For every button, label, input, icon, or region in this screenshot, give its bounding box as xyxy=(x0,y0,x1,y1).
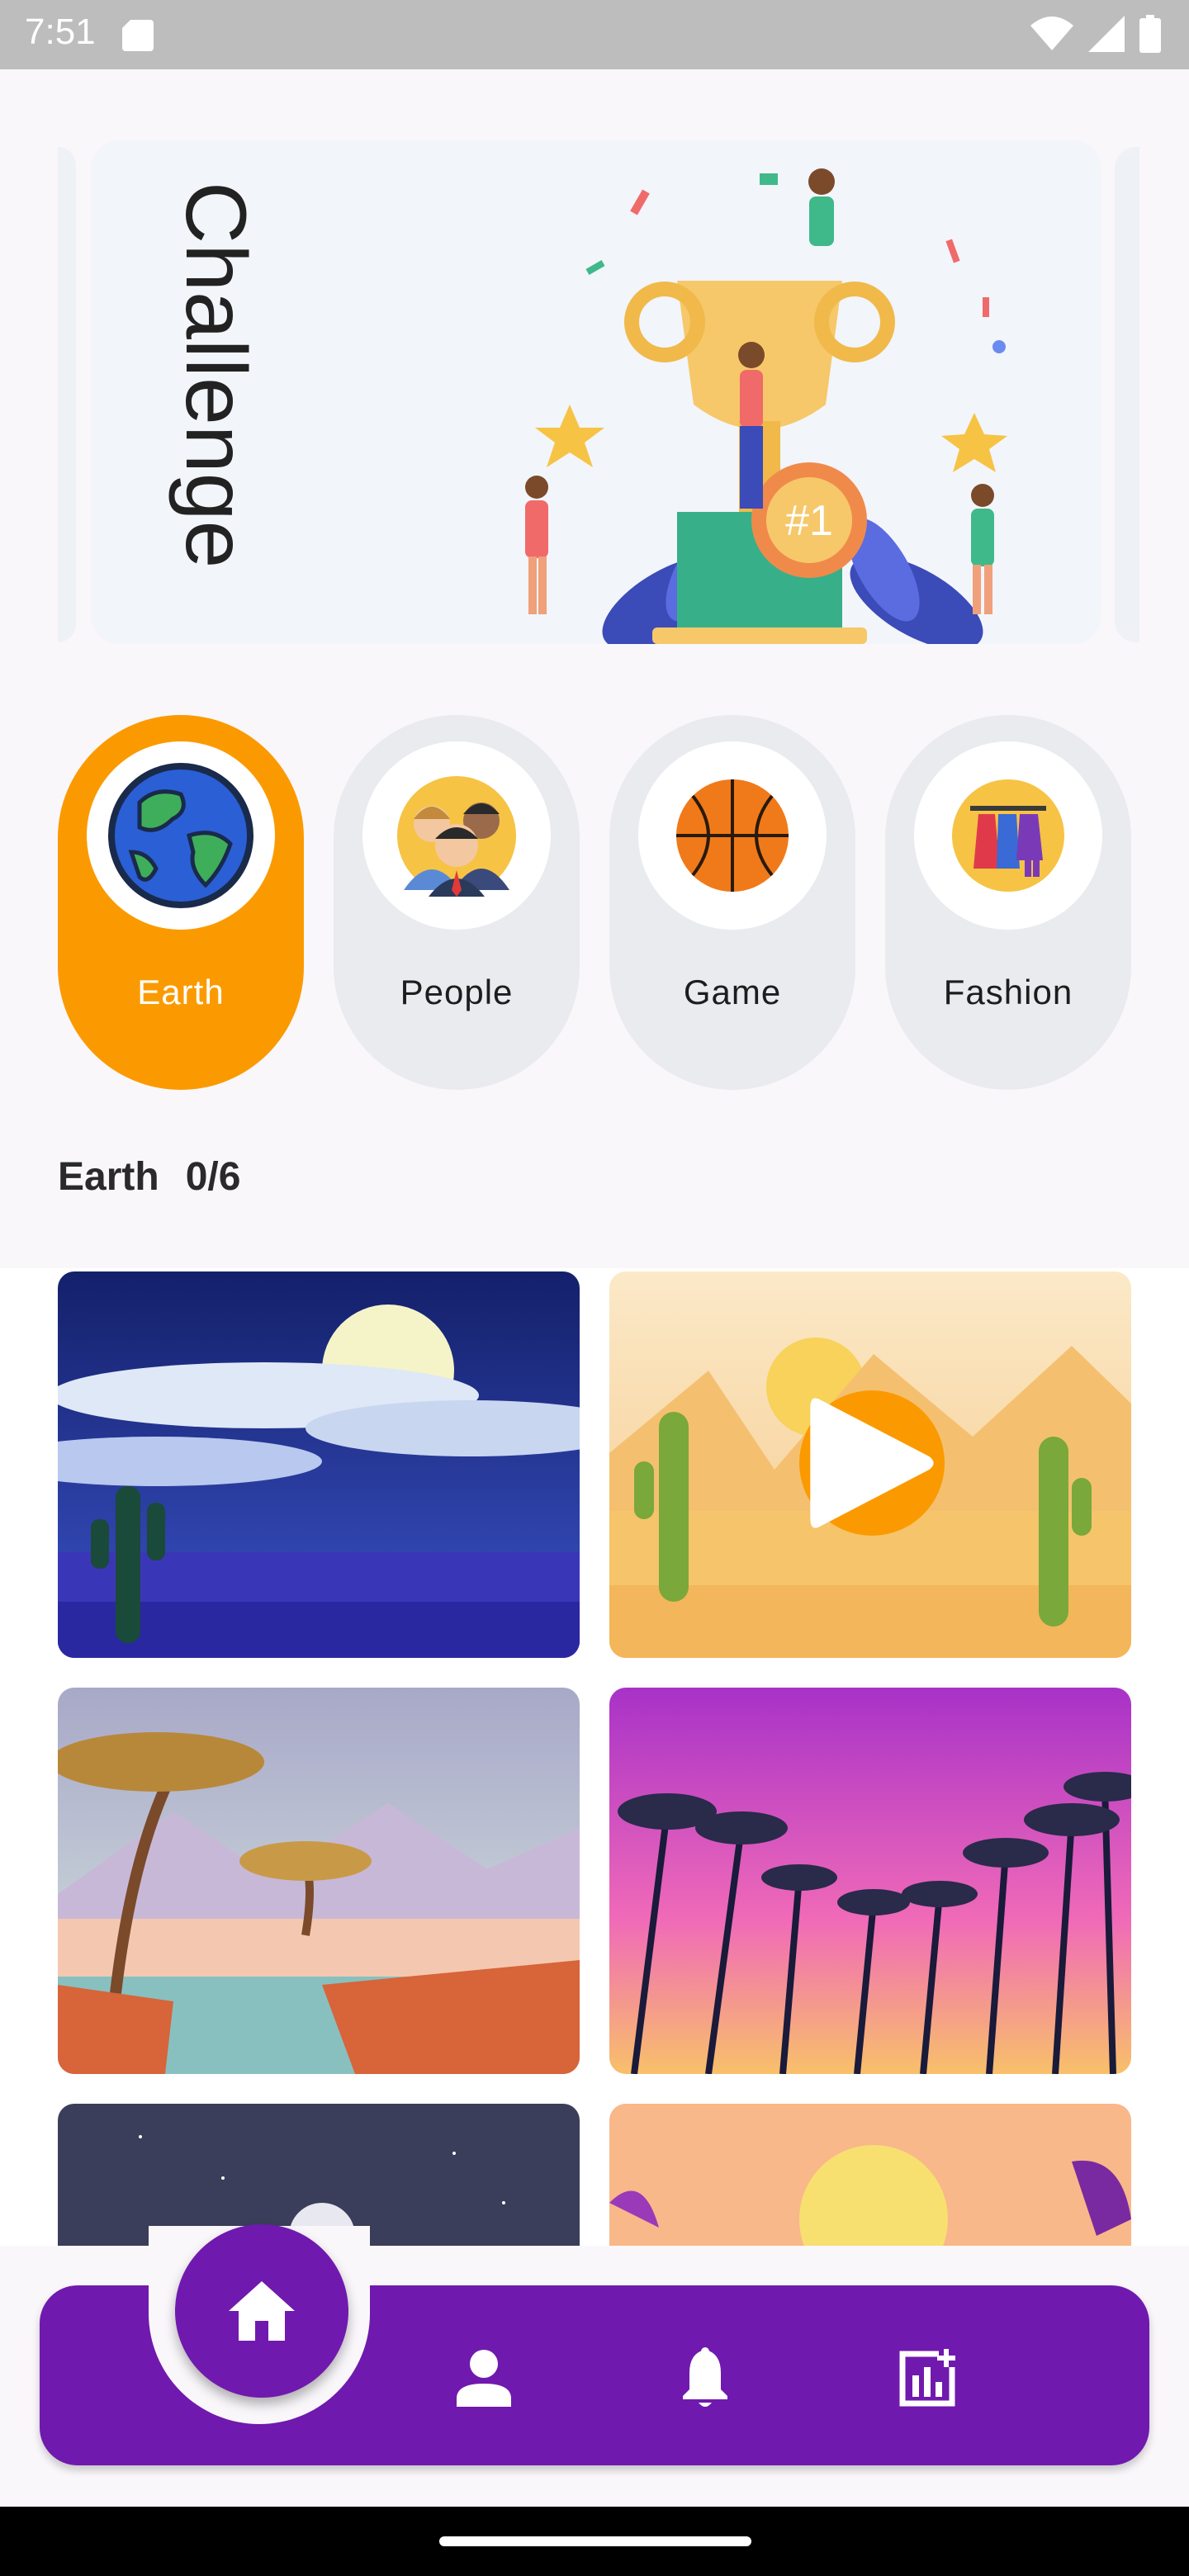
category-label: Earth xyxy=(137,973,225,1011)
section-heading: Earth 0/6 xyxy=(58,1154,240,1200)
chart-add-icon xyxy=(899,2349,955,2407)
category-label: People xyxy=(400,973,514,1011)
orange-sunset-image xyxy=(609,2104,1131,2246)
next-banner-peek[interactable] xyxy=(1115,147,1139,642)
category-icon-circle xyxy=(362,741,551,930)
sd-card-icon xyxy=(122,20,154,51)
tile-orange-sunset[interactable] xyxy=(609,2104,1131,2246)
category-game[interactable]: Game xyxy=(609,715,855,1090)
wifi-icon xyxy=(1030,17,1073,50)
category-icon-circle xyxy=(87,741,275,930)
starry-night-image xyxy=(58,2104,580,2246)
wallpaper-grid xyxy=(0,1271,1189,2246)
tile-savanna[interactable] xyxy=(58,1688,580,2074)
status-time: 7:51 xyxy=(25,12,96,52)
category-fashion[interactable]: Fashion xyxy=(885,715,1131,1090)
night-desert-image xyxy=(58,1271,580,1658)
basketball-icon xyxy=(676,779,789,892)
play-icon xyxy=(810,1398,934,1528)
tile-palm-sunset[interactable] xyxy=(609,1688,1131,2074)
trophy-illustration: #1 xyxy=(525,168,1007,644)
nav-notifications-button[interactable] xyxy=(672,2345,738,2411)
previous-banner-peek[interactable] xyxy=(58,147,76,642)
status-bar: 7:51 xyxy=(0,0,1189,69)
home-icon xyxy=(229,2281,295,2341)
medal-label: #1 xyxy=(785,497,833,545)
category-people[interactable]: People xyxy=(334,715,580,1090)
section-category: Earth xyxy=(58,1155,159,1199)
category-icon-circle xyxy=(638,741,827,930)
person-icon xyxy=(457,2350,511,2407)
people-icon xyxy=(397,776,516,897)
challenge-banner[interactable]: Challenge #1 xyxy=(91,140,1101,644)
challenge-carousel[interactable]: Challenge #1 xyxy=(0,139,1189,646)
clothes-rack-icon xyxy=(952,779,1064,892)
category-label: Fashion xyxy=(943,973,1073,1011)
category-icon-circle xyxy=(914,741,1102,930)
signal-icon xyxy=(1088,16,1125,52)
palm-sunset-image xyxy=(609,1688,1131,2074)
category-earth[interactable]: Earth xyxy=(58,715,304,1090)
nav-home-button[interactable] xyxy=(175,2224,348,2398)
bell-icon xyxy=(683,2347,727,2407)
savanna-image xyxy=(58,1688,580,2074)
category-label: Game xyxy=(683,973,782,1011)
earth-icon xyxy=(108,763,253,908)
category-selector: Earth People Game Fashion xyxy=(58,715,1131,1090)
play-button[interactable] xyxy=(799,1390,945,1536)
tile-starry-night[interactable] xyxy=(58,2104,580,2246)
battery-icon xyxy=(1139,15,1161,53)
tile-day-desert[interactable] xyxy=(609,1271,1131,1658)
tile-night-desert[interactable] xyxy=(58,1271,580,1658)
nav-profile-button[interactable] xyxy=(451,2345,517,2411)
section-progress: 0/6 xyxy=(185,1155,241,1199)
gesture-handle[interactable] xyxy=(439,2536,751,2546)
banner-title: Challenge xyxy=(168,182,263,569)
nav-stats-button[interactable] xyxy=(895,2345,961,2411)
